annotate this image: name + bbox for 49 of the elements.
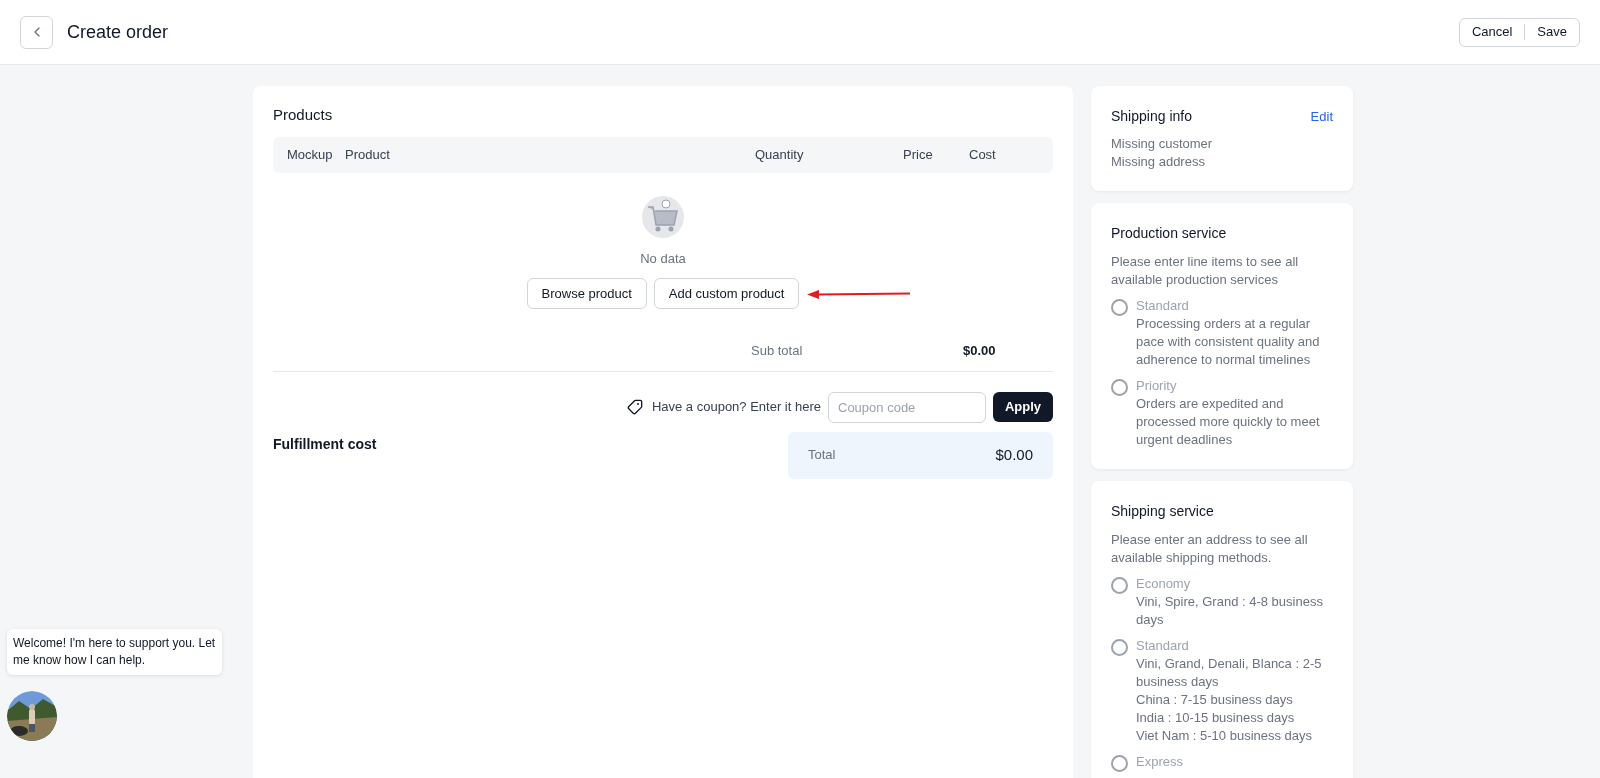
chat-bubble: Welcome! I'm here to support you. Let me know how I can help. <box>7 629 222 675</box>
card-note: Please enter an address to see all available shipping methods. <box>1111 531 1309 567</box>
column-header: Price <box>903 145 934 164</box>
info-line: Missing customer <box>1111 135 1214 153</box>
section-title: Products <box>273 105 334 125</box>
info-line: Missing address <box>1111 153 1206 171</box>
radio-button[interactable] <box>1111 639 1128 656</box>
product-action-button[interactable]: Browse product <box>526 278 647 309</box>
page-title: Create order <box>67 20 169 44</box>
option-description: Viet Nam : 5-10 business days <box>1136 727 1314 745</box>
empty-state-text: No data <box>640 249 686 268</box>
option-description: Processing orders at a regular pace with consistent quality and adherence to normal timelines <box>1136 315 1321 369</box>
header-action-button[interactable]: Cancel <box>1471 22 1513 42</box>
option-description: China : 7-15 business days <box>1136 691 1294 709</box>
coupon-prompt: Have a coupon? Enter it here <box>651 398 821 417</box>
radio-button[interactable] <box>1111 755 1128 772</box>
coupon-field[interactable]: Coupon code <box>828 391 986 423</box>
option-description: Orders are expedited and processed more quickly to meet urgent deadlines <box>1136 395 1321 449</box>
total-label: Total <box>808 446 836 465</box>
column-header: Mockup <box>287 145 334 164</box>
tag-icon <box>626 399 643 415</box>
option-label: Standard <box>1136 637 1190 655</box>
total-value: $0.00 <box>995 444 1033 465</box>
header-action-button[interactable]: Save <box>1537 22 1567 42</box>
section-title: Fulfillment cost <box>273 434 377 454</box>
apply-button[interactable]: Apply <box>993 392 1053 422</box>
radio-button[interactable] <box>1111 577 1128 594</box>
option-description: India : 10-15 business days <box>1136 709 1296 727</box>
card-title: Production service <box>1111 224 1228 243</box>
column-header: Cost <box>969 145 996 164</box>
subtotal-value: $0.00 <box>963 342 996 360</box>
option-label: Standard <box>1136 297 1190 315</box>
option-label: Express <box>1136 753 1183 771</box>
radio-button[interactable] <box>1111 379 1128 396</box>
column-header: Quantity <box>755 145 805 164</box>
option-label: Priority <box>1136 377 1178 395</box>
product-action-button[interactable]: Add custom product <box>653 278 800 309</box>
empty-cart-icon <box>640 194 686 239</box>
option-label: Economy <box>1136 575 1192 593</box>
edit-link[interactable]: Edit <box>1310 106 1333 127</box>
card-title: Shipping info <box>1111 107 1192 126</box>
back-button[interactable] <box>20 15 53 49</box>
option-description: Vini, Spire, Grand : 4-8 business days <box>1136 593 1324 629</box>
radio-button[interactable] <box>1111 299 1128 316</box>
card-note: Please enter line items to see all available production services <box>1111 253 1300 289</box>
subtotal-label: Sub total <box>751 342 804 360</box>
card-title: Shipping service <box>1111 502 1215 521</box>
option-description: Vini, Grand, Denali, Blanca : 2-5 business days <box>1136 655 1323 691</box>
column-header: Product <box>345 145 391 164</box>
